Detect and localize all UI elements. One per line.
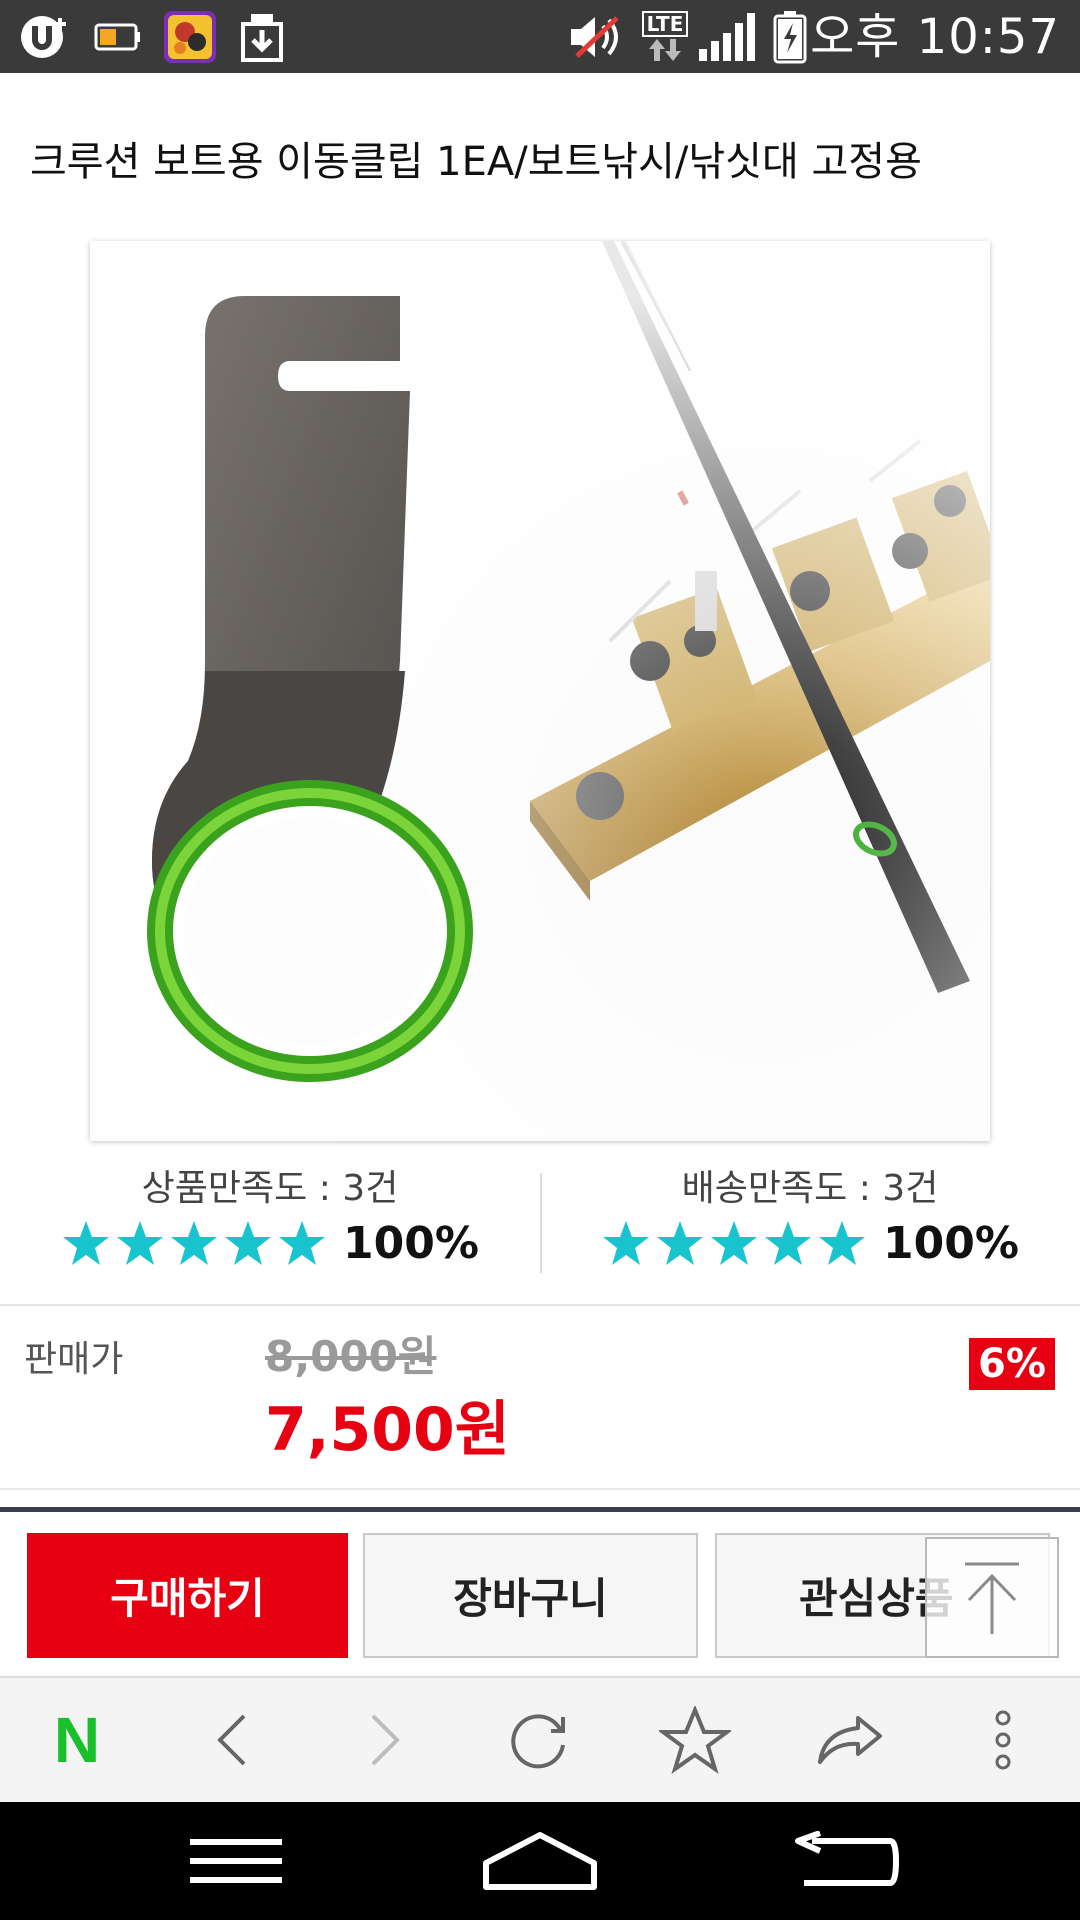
product-title: 크루션 보트용 이동클립 1EA/보트낚시/낚싯대 고정용 bbox=[30, 139, 922, 185]
menu-icon[interactable] bbox=[146, 1802, 326, 1920]
satisfaction-ratings: 상품만족도 : 3건 100% 배송만족도 : 3건 100% bbox=[0, 1165, 1080, 1275]
battery-charging-icon bbox=[772, 10, 808, 64]
divider bbox=[0, 1507, 1080, 1512]
star-icon bbox=[279, 1221, 326, 1265]
back-arrow-icon[interactable] bbox=[177, 1678, 287, 1802]
share-icon[interactable] bbox=[795, 1678, 905, 1802]
star-icon bbox=[603, 1221, 650, 1265]
status-bar: LTE 오후 10:57 bbox=[0, 0, 1080, 73]
original-price: 8,000원 bbox=[265, 1332, 437, 1381]
product-satisfaction: 상품만족도 : 3건 100% bbox=[0, 1165, 540, 1275]
price-label: 판매가 bbox=[24, 1339, 124, 1380]
battery-saver-icon bbox=[93, 10, 143, 64]
naver-logo-text: N bbox=[53, 1704, 101, 1776]
system-navigation-bar bbox=[0, 1802, 1080, 1920]
discount-badge: 6% bbox=[969, 1338, 1055, 1390]
star-icon bbox=[171, 1221, 218, 1265]
divider bbox=[0, 1304, 1080, 1306]
arrow-up-icon bbox=[965, 1562, 1019, 1634]
browser-toolbar: N bbox=[0, 1678, 1080, 1802]
buy-button[interactable]: 구매하기 bbox=[27, 1533, 348, 1658]
divider bbox=[0, 1488, 1080, 1490]
green-ring-illustration bbox=[147, 780, 473, 1082]
game-app-icon bbox=[162, 10, 218, 64]
product-rating-stars bbox=[61, 1219, 327, 1267]
delivery-rating-stars bbox=[601, 1219, 867, 1267]
delivery-satisfaction-percent: 100% bbox=[883, 1217, 1019, 1269]
star-icon bbox=[63, 1221, 110, 1265]
product-image[interactable] bbox=[90, 241, 990, 1141]
star-icon bbox=[657, 1221, 704, 1265]
back-icon[interactable] bbox=[755, 1802, 935, 1920]
status-time: 오후 10:57 bbox=[810, 9, 1060, 65]
lte-data-icon: LTE bbox=[640, 10, 690, 64]
carrier-u-plus-icon bbox=[16, 10, 74, 64]
refresh-icon[interactable] bbox=[483, 1678, 593, 1802]
delivery-satisfaction: 배송만족도 : 3건 100% bbox=[540, 1165, 1080, 1275]
more-menu-icon[interactable] bbox=[948, 1678, 1058, 1802]
delivery-satisfaction-label: 배송만족도 : 3건 bbox=[681, 1168, 939, 1209]
sale-price: 7,500원 bbox=[265, 1395, 510, 1465]
star-icon bbox=[765, 1221, 812, 1265]
product-satisfaction-label: 상품만족도 : 3건 bbox=[141, 1168, 399, 1209]
product-satisfaction-percent: 100% bbox=[343, 1217, 479, 1269]
forward-arrow-icon[interactable] bbox=[330, 1678, 440, 1802]
star-icon bbox=[711, 1221, 758, 1265]
signal-icon bbox=[696, 10, 756, 64]
scroll-to-top-button[interactable] bbox=[925, 1537, 1059, 1658]
star-icon bbox=[819, 1221, 866, 1265]
star-icon bbox=[117, 1221, 164, 1265]
mute-icon bbox=[566, 10, 626, 64]
download-icon bbox=[236, 10, 288, 64]
naver-n-icon[interactable]: N bbox=[22, 1678, 132, 1802]
cart-button[interactable]: 장바구니 bbox=[363, 1533, 698, 1658]
star-icon bbox=[225, 1221, 272, 1265]
home-icon[interactable] bbox=[450, 1802, 630, 1920]
bookmark-star-icon[interactable] bbox=[640, 1678, 750, 1802]
network-label: LTE bbox=[641, 11, 689, 37]
